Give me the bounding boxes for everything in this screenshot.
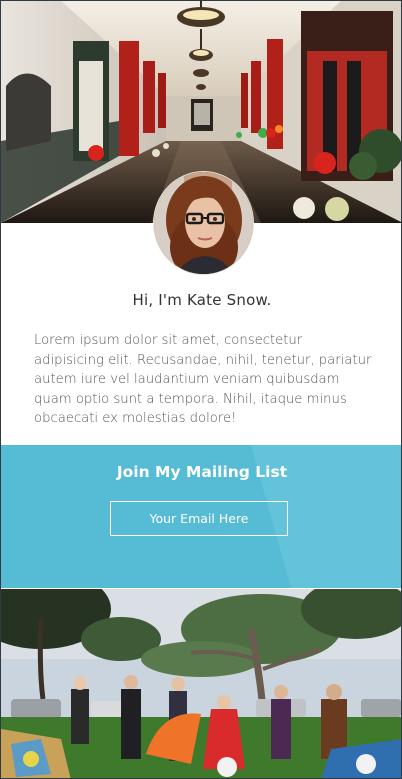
- mailing-list-title: Join My Mailing List: [116, 463, 288, 481]
- mailing-list-section: Join My Mailing List: [1, 445, 401, 588]
- bio-text: Lorem ipsum dolor sit amet, consectetur …: [34, 333, 372, 426]
- greeting-prefix: Hi, I'm: [132, 291, 183, 309]
- page: Hi, I'm Kate Snow. Lorem ipsum dolor sit…: [0, 0, 402, 779]
- profile-name: Kate Snow: [187, 291, 267, 309]
- greeting-heading: Hi, I'm Kate Snow.: [1, 291, 401, 309]
- greeting-suffix: .: [266, 291, 272, 309]
- email-input[interactable]: [110, 501, 288, 536]
- avatar: [153, 171, 254, 275]
- event-photo: [1, 589, 401, 778]
